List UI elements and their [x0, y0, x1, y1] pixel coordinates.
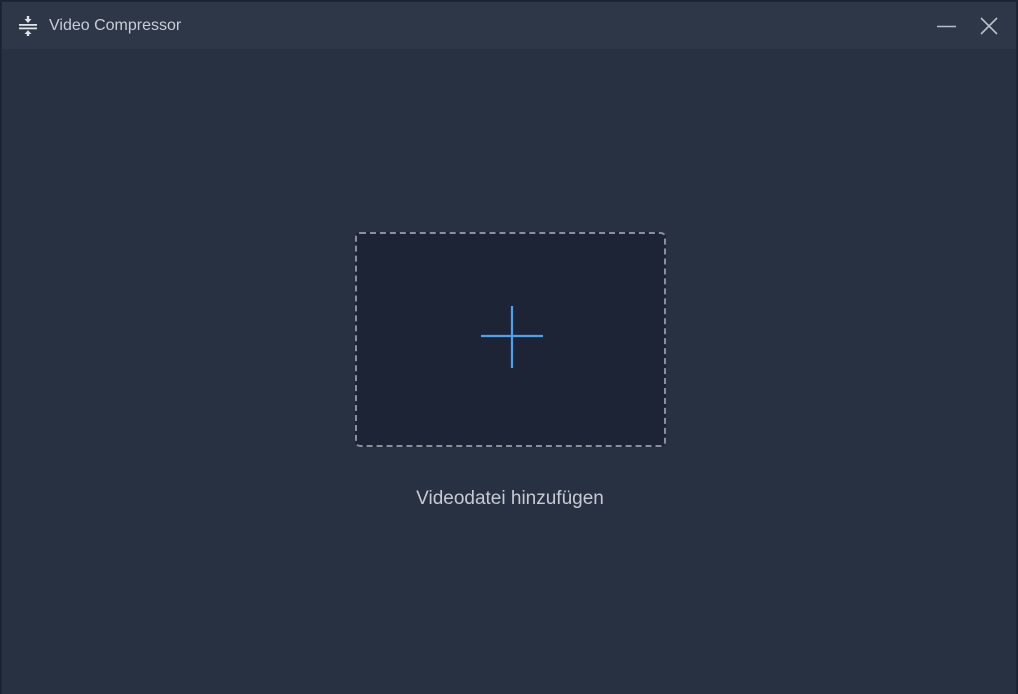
title-bar[interactable]: Video Compressor — [2, 2, 1016, 49]
window-title: Video Compressor — [49, 17, 182, 34]
add-video-drop-zone[interactable] — [355, 232, 666, 447]
plus-icon — [480, 305, 544, 369]
video-compressor-window: Video Compressor Videodatei hinzufügen — [1, 1, 1017, 694]
main-content: Videodatei hinzufügen — [2, 49, 1016, 694]
close-button[interactable] — [977, 14, 1001, 38]
minimize-icon — [937, 25, 956, 28]
close-icon — [980, 17, 998, 35]
minimize-button[interactable] — [934, 14, 958, 38]
add-video-label[interactable]: Videodatei hinzufügen — [2, 488, 1018, 510]
compress-icon — [18, 16, 38, 36]
